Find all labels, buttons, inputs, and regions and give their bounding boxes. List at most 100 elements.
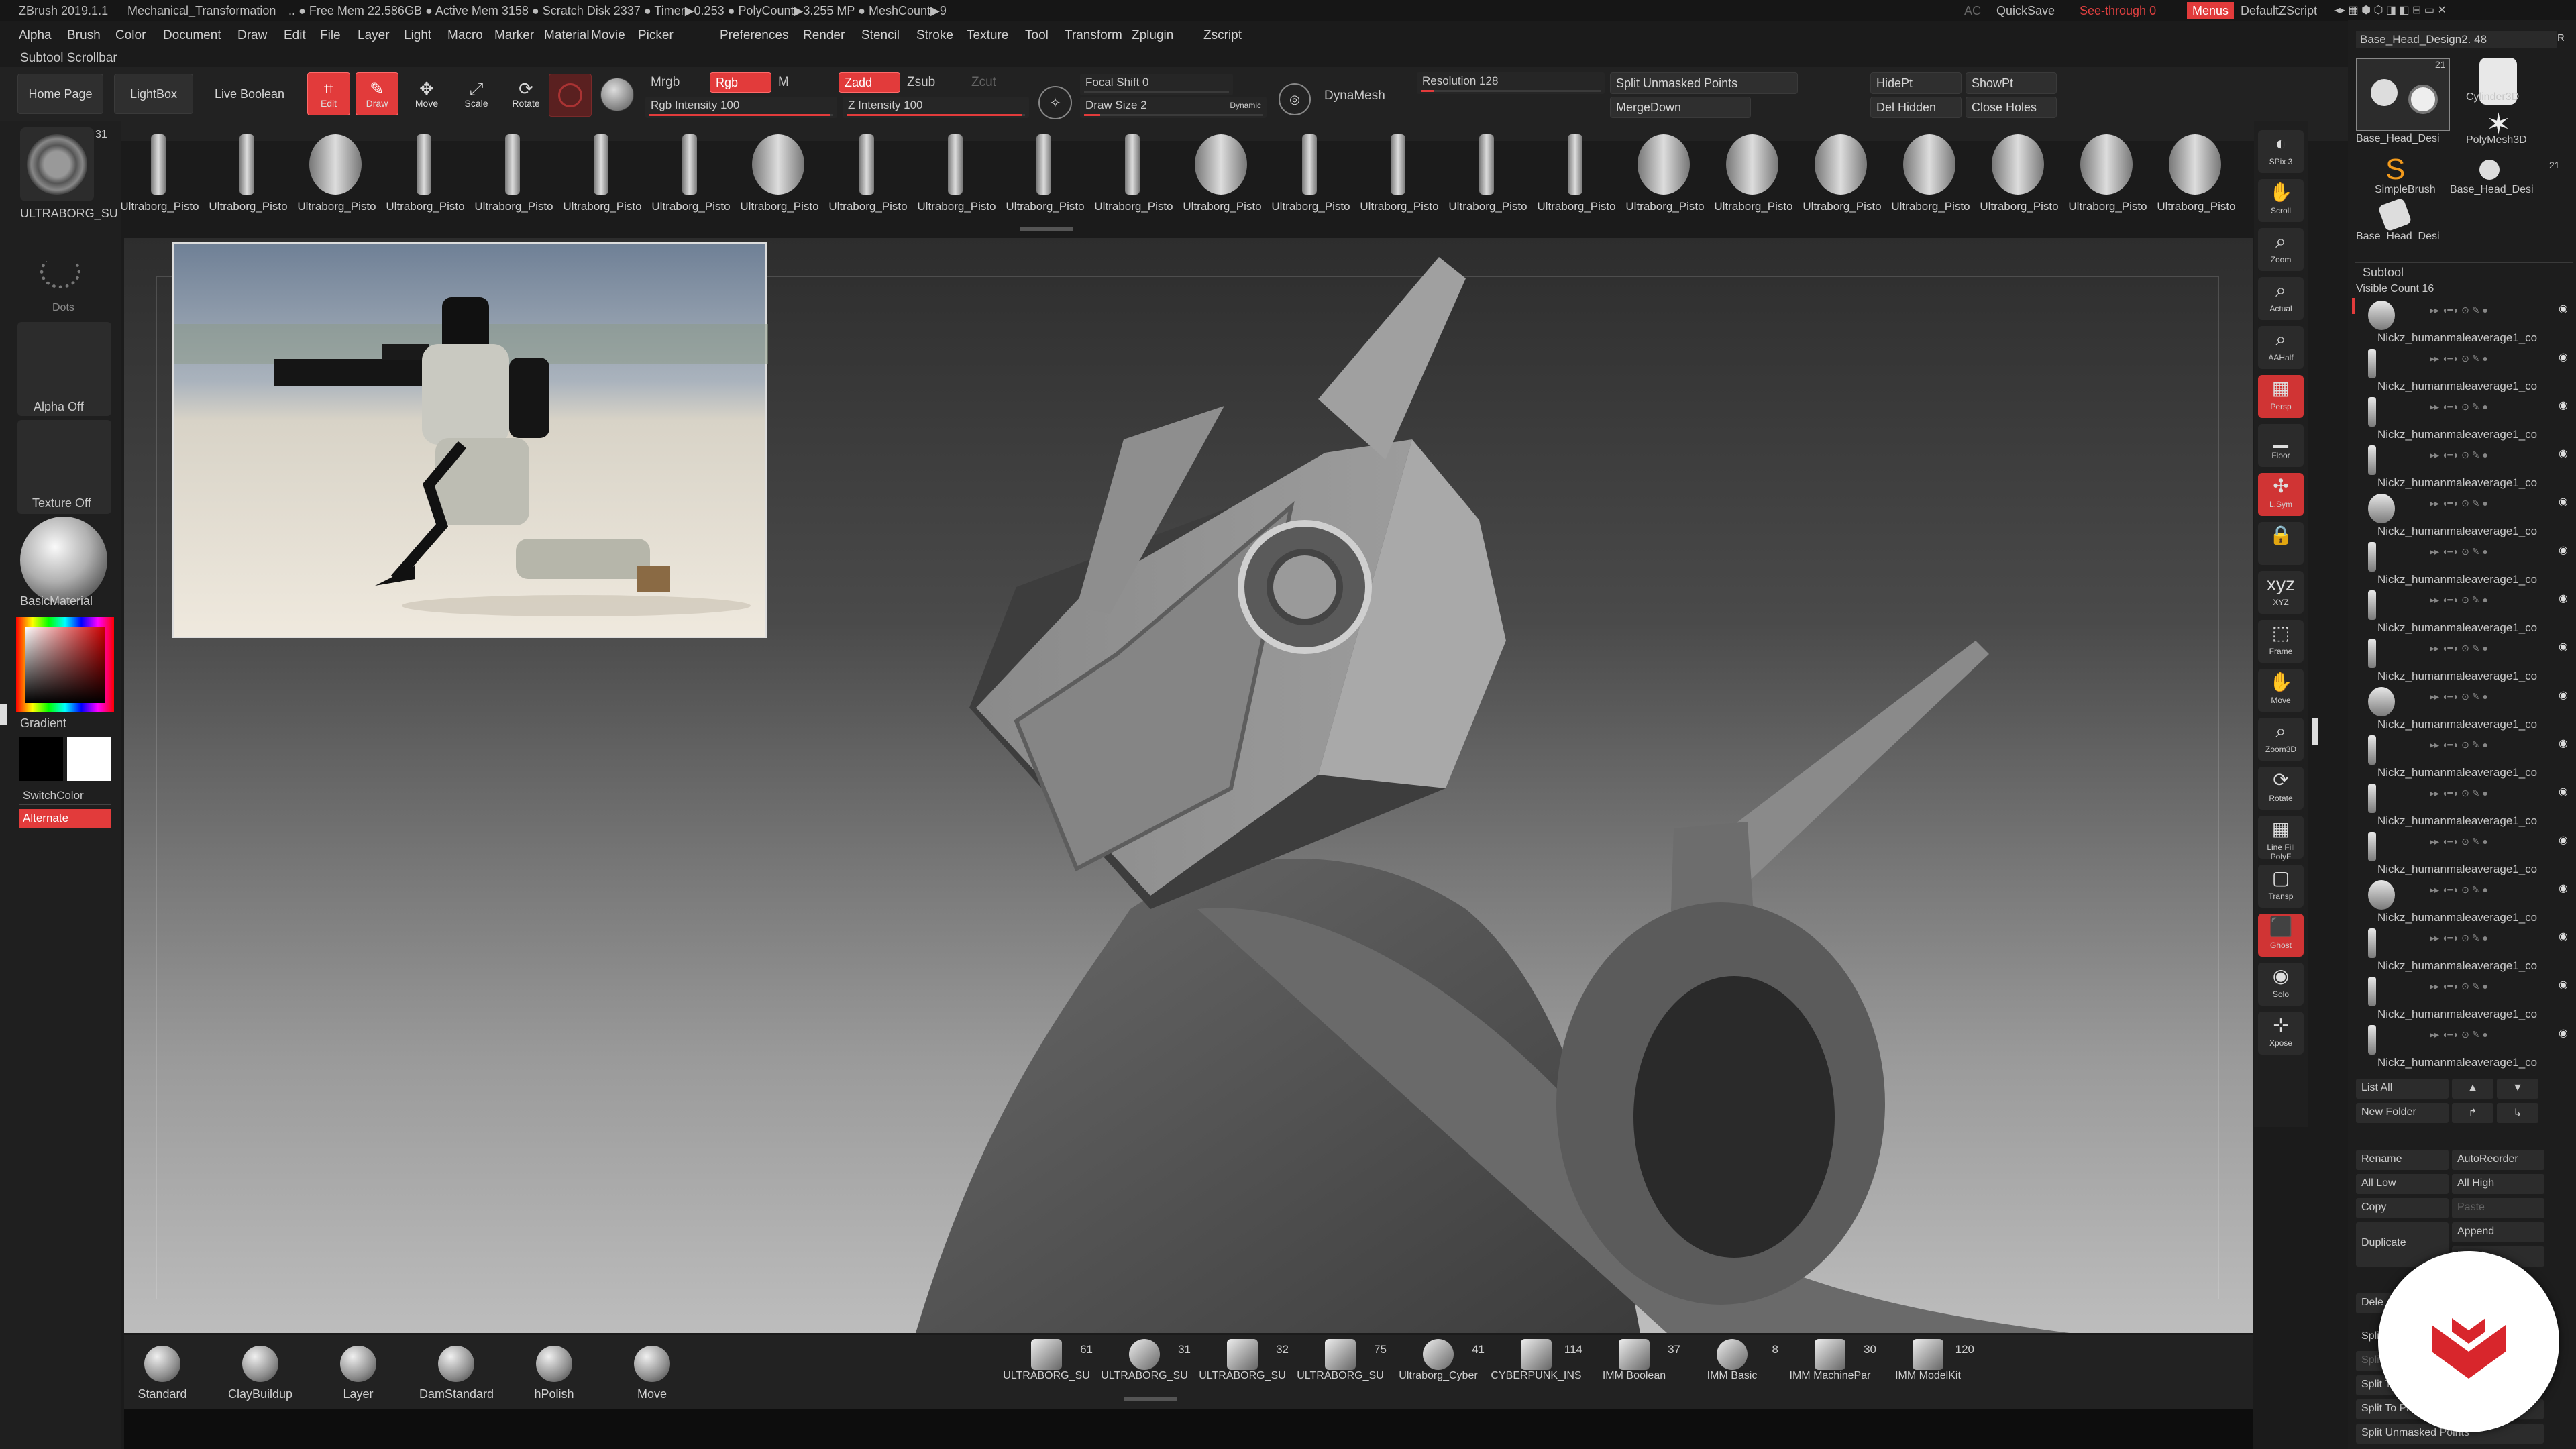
split-unmasked-points-button[interactable]: Split Unmasked Points — [1610, 72, 1798, 94]
brush-thumb[interactable]: Ultraborg_Pisto — [645, 126, 734, 227]
menu-file[interactable]: File — [320, 23, 341, 48]
brush-thumb[interactable]: Ultraborg_Pisto — [1796, 126, 1885, 227]
menu-stroke[interactable]: Stroke — [916, 23, 953, 48]
eye-icon[interactable]: ◉ — [2559, 688, 2568, 702]
actual-button[interactable]: ⌕ Actual — [2258, 277, 2304, 320]
subtool-controls[interactable]: ▸▸ ◖━◗ ⊙ ✎ ● — [2430, 305, 2576, 318]
lsym-button[interactable]: ✣ L.Sym — [2258, 473, 2304, 516]
subtool-controls[interactable]: ▸▸ ◖━◗ ⊙ ✎ ● — [2430, 546, 2576, 559]
zadd-button[interactable]: Zadd — [839, 72, 900, 93]
rotate-button[interactable]: ⟳ Rotate — [504, 72, 547, 115]
subtool-controls[interactable]: ▸▸ ◖━◗ ⊙ ✎ ● — [2430, 449, 2576, 463]
color-swatch-button[interactable] — [549, 74, 592, 117]
secondary-color-swatch[interactable] — [19, 737, 63, 781]
eye-icon[interactable]: ◉ — [2559, 350, 2568, 364]
brush-thumb[interactable]: Ultraborg_Pisto — [468, 126, 557, 227]
resolution-slider[interactable]: Resolution 128 — [1417, 72, 1605, 94]
menu-preferences[interactable]: Preferences — [720, 23, 788, 48]
zoom3d-button[interactable]: ⌕ Zoom3D — [2258, 718, 2304, 761]
see-through-slider[interactable]: See-through 0 — [2080, 0, 2156, 21]
subtool-row[interactable]: ▸▸ ◖━◗ ⊙ ✎ ● ◉ Nickz_humanmaleaverage1_co — [2356, 733, 2571, 781]
draw-size-slider[interactable]: Draw Size 2 Dynamic — [1080, 97, 1267, 118]
menu-layer[interactable]: Layer — [358, 23, 390, 48]
m-button[interactable]: M — [778, 75, 789, 90]
menu-stencil[interactable]: Stencil — [861, 23, 900, 48]
polyf-button[interactable]: ▦ Line Fill PolyF — [2258, 816, 2304, 861]
move-button[interactable]: ✥ Move — [405, 72, 448, 115]
live-boolean-button[interactable]: Live Boolean — [203, 74, 297, 114]
brush-thumb[interactable]: Ultraborg_Pisto — [1531, 126, 1619, 227]
brush-thumb[interactable]: Ultraborg_Pisto — [557, 126, 645, 227]
eye-icon[interactable]: ◉ — [2559, 447, 2568, 460]
subtool-row[interactable]: ▸▸ ◖━◗ ⊙ ✎ ● ◉ Nickz_humanmaleaverage1_co — [2356, 684, 2571, 733]
brush-thumb[interactable]: Ultraborg_Pisto — [1177, 126, 1265, 227]
brush-thumb[interactable]: Ultraborg_Pisto — [1088, 126, 1177, 227]
menu-movie[interactable]: Movie — [591, 23, 625, 48]
color-picker[interactable] — [16, 617, 114, 712]
brush-thumb[interactable]: Ultraborg_Pisto — [203, 126, 291, 227]
eye-icon[interactable]: ◉ — [2559, 1026, 2568, 1040]
eye-icon[interactable]: ◉ — [2559, 640, 2568, 653]
mrgb-button[interactable]: Mrgb — [651, 75, 680, 90]
rgb-button[interactable]: Rgb — [710, 72, 771, 93]
visible-count-slider[interactable]: Visible Count 16 — [2356, 283, 2434, 295]
eye-icon[interactable]: ◉ — [2559, 302, 2568, 315]
append-button[interactable]: Append — [2452, 1222, 2544, 1242]
all-high-button[interactable]: All High — [2452, 1174, 2544, 1194]
tool-thumb-6-icon[interactable] — [2377, 197, 2412, 232]
brush-thumb[interactable]: Ultraborg_Pisto — [1000, 126, 1088, 227]
bottom-strip-scroll-handle[interactable] — [1124, 1397, 1177, 1401]
arrow-down-icon[interactable]: ▼ — [2497, 1079, 2538, 1099]
subtool-row[interactable]: ▸▸ ◖━◗ ⊙ ✎ ● ◉ Nickz_humanmaleaverage1_co — [2356, 781, 2571, 829]
rename-button[interactable]: Rename — [2356, 1150, 2449, 1170]
rotate-button[interactable]: ⟳ Rotate — [2258, 767, 2304, 810]
subtool-controls[interactable]: ▸▸ ◖━◗ ⊙ ✎ ● — [2430, 401, 2576, 415]
menus-toggle[interactable]: Menus — [2187, 2, 2235, 19]
brush-thumb[interactable]: Ultraborg_Pisto — [380, 126, 468, 227]
rgb-intensity-slider[interactable]: Rgb Intensity 100 — [645, 97, 837, 118]
menu-edit[interactable]: Edit — [284, 23, 306, 48]
viewport-canvas[interactable] — [124, 238, 2253, 1333]
menu-alpha[interactable]: Alpha — [19, 23, 52, 48]
del-hidden-button[interactable]: Del Hidden — [1870, 97, 1962, 118]
menu-transform[interactable]: Transform — [1065, 23, 1122, 48]
subtool-controls[interactable]: ▸▸ ◖━◗ ⊙ ✎ ● — [2430, 1029, 2576, 1042]
persp-button[interactable]: ▦ Persp — [2258, 375, 2304, 418]
subtool-controls[interactable]: ▸▸ ◖━◗ ⊙ ✎ ● — [2430, 691, 2576, 704]
tool-thumb-label-1[interactable]: Base_Head_Desi — [2356, 133, 2440, 145]
eye-icon[interactable]: ◉ — [2559, 978, 2568, 991]
floor-button[interactable]: ▁ Floor — [2258, 424, 2304, 467]
zoom-button[interactable]: ⌕ Zoom — [2258, 228, 2304, 271]
frame-button[interactable]: ⬚ Frame — [2258, 620, 2304, 663]
spix-button[interactable]: ◐ SPix 3 — [2258, 130, 2304, 173]
dynamic-toggle[interactable]: Dynamic — [1230, 101, 1261, 110]
subtool-controls[interactable]: ▸▸ ◖━◗ ⊙ ✎ ● — [2430, 981, 2576, 994]
eye-icon[interactable]: ◉ — [2559, 543, 2568, 557]
autoreorder-button[interactable]: AutoReorder — [2452, 1150, 2544, 1170]
subtool-row[interactable]: ▸▸ ◖━◗ ⊙ ✎ ● ◉ Nickz_humanmaleaverage1_co — [2356, 926, 2571, 974]
edit-button[interactable]: ⌗ Edit — [307, 72, 350, 115]
menu-material[interactable]: Material — [544, 23, 590, 48]
tool-thumb-label-3[interactable]: PolyMesh3D — [2466, 134, 2527, 146]
move-down-icon[interactable]: ↳ — [2497, 1103, 2538, 1123]
subtool-controls[interactable]: ▸▸ ◖━◗ ⊙ ✎ ● — [2430, 932, 2576, 946]
eye-icon[interactable]: ◉ — [2559, 398, 2568, 412]
menu-macro[interactable]: Macro — [447, 23, 483, 48]
quicksave-button[interactable]: QuickSave — [1996, 0, 2055, 21]
solo-button[interactable]: ◉ Solo — [2258, 963, 2304, 1006]
brush-thumb[interactable]: Ultraborg_Pisto — [1708, 126, 1796, 227]
subtool-row[interactable]: ▸▸ ◖━◗ ⊙ ✎ ● ◉ Nickz_humanmaleaverage1_co — [2356, 394, 2571, 443]
left-tray-toggle[interactable] — [0, 704, 7, 724]
menu-picker[interactable]: Picker — [638, 23, 674, 48]
subtool-row[interactable]: ▸▸ ◖━◗ ⊙ ✎ ● ◉ Nickz_humanmaleaverage1_co — [2356, 877, 2571, 926]
r-button[interactable]: R — [2557, 32, 2565, 44]
brush-thumb[interactable]: Ultraborg_Pisto — [1265, 126, 1354, 227]
subtool-row[interactable]: ▸▸ ◖━◗ ⊙ ✎ ● ◉ Nickz_humanmaleaverage1_co — [2356, 1022, 2571, 1071]
tool-name-slider[interactable]: Base_Head_Design2. 48 — [2356, 31, 2557, 48]
eye-icon[interactable]: ◉ — [2559, 785, 2568, 798]
subtool-row[interactable]: ▸▸ ◖━◗ ⊙ ✎ ● ◉ Nickz_humanmaleaverage1_co — [2356, 974, 2571, 1022]
menu-brush[interactable]: Brush — [67, 23, 101, 48]
menu-document[interactable]: Document — [163, 23, 221, 48]
subtool-row[interactable]: ▸▸ ◖━◗ ⊙ ✎ ● ◉ Nickz_humanmaleaverage1_co — [2352, 298, 2571, 346]
brush-thumb[interactable]: Ultraborg_Pisto — [1885, 126, 1974, 227]
